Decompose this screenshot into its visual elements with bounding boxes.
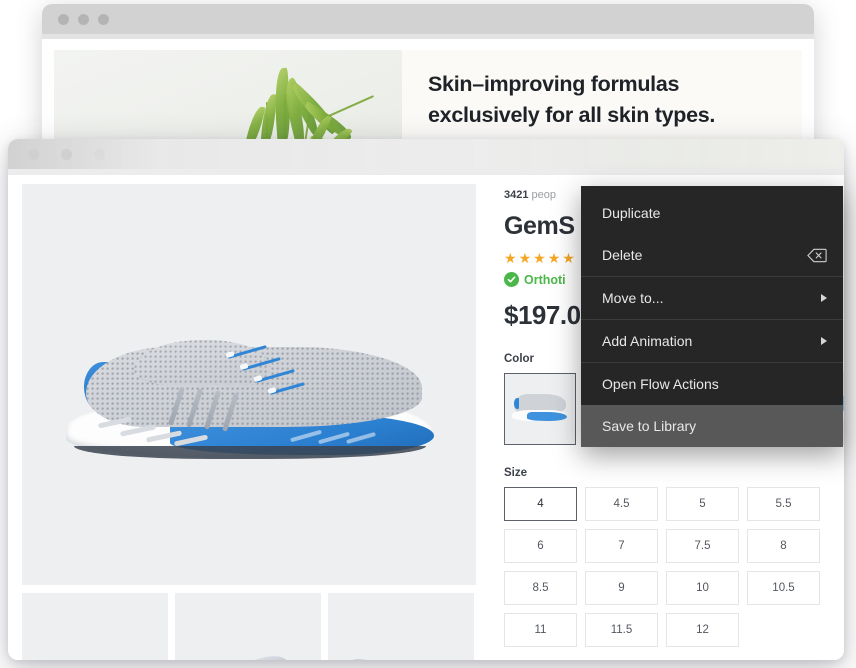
headline-line-2: exclusively for all skin types. [428, 103, 716, 127]
menu-item-save-to-library[interactable]: Save to Library [581, 405, 843, 447]
badge-label: Orthoti [524, 272, 566, 287]
size-button-label: 10.5 [772, 582, 795, 594]
headline-line-1: Skin–improving formulas [428, 72, 680, 97]
menu-item-add-animation[interactable]: Add Animation [581, 320, 843, 362]
hero-headline-block: Skin–improving formulas exclusively for … [402, 50, 802, 150]
size-button-label: 5 [699, 498, 706, 510]
size-button-label: 11.5 [610, 624, 633, 636]
menu-item-duplicate[interactable]: Duplicate [581, 192, 843, 234]
menu-item-label: Save to Library [602, 418, 697, 434]
menu-item-label: Add Animation [602, 333, 693, 349]
size-button-4[interactable]: 4 [504, 487, 577, 521]
shoe-illustration [50, 294, 450, 484]
product-main-image[interactable] [22, 184, 476, 585]
titlebar-glass-overlay [8, 139, 844, 169]
size-option-label: Size [504, 467, 528, 479]
color-swatch-grey-blue[interactable] [504, 373, 576, 445]
size-button-11.5[interactable]: 11.5 [585, 613, 658, 647]
minimize-icon[interactable] [78, 13, 89, 25]
menu-item-label: Move to... [602, 290, 664, 306]
size-button-label: 9 [618, 582, 625, 594]
size-button-label: 7 [618, 540, 625, 552]
bamboo-leaves-image [54, 50, 402, 150]
size-button-label: 10 [696, 582, 709, 594]
thumbnail-1[interactable] [22, 593, 168, 660]
menu-item-open-flow-actions[interactable]: Open Flow Actions [581, 363, 843, 405]
size-button-4.5[interactable]: 4.5 [585, 487, 658, 521]
close-icon[interactable] [58, 13, 69, 25]
menu-item-label: Delete [602, 247, 643, 263]
size-button-7[interactable]: 7 [585, 529, 658, 563]
context-menu[interactable]: Duplicate Delete Move to... Add Animation Op… [581, 186, 843, 447]
chevron-right-icon [821, 294, 827, 302]
star-icon[interactable]: ★ [548, 251, 561, 265]
size-button-label: 4.5 [613, 498, 630, 510]
size-button-5[interactable]: 5 [666, 487, 739, 521]
star-icon[interactable]: ★ [504, 251, 517, 265]
size-button-12[interactable]: 12 [666, 613, 739, 647]
thumbnail-strip [22, 593, 490, 660]
star-icon[interactable]: ★ [533, 251, 546, 265]
front-window-titlebar[interactable] [8, 139, 844, 169]
size-button-8[interactable]: 8 [747, 529, 820, 563]
back-window-titlebar[interactable] [42, 4, 814, 34]
people-suffix: peop [531, 189, 557, 201]
size-button-10.5[interactable]: 10.5 [747, 571, 820, 605]
size-button-10[interactable]: 10 [666, 571, 739, 605]
size-button-label: 6 [537, 540, 544, 552]
size-button-9[interactable]: 9 [585, 571, 658, 605]
size-button-5.5[interactable]: 5.5 [747, 487, 820, 521]
size-button-label: 11 [534, 624, 547, 636]
backspace-icon [807, 248, 827, 263]
check-circle-icon [504, 272, 519, 287]
size-button-label: 5.5 [775, 498, 792, 510]
maximize-icon[interactable] [94, 148, 105, 160]
size-button-grid: 4 4.5 5 5.5 6 7 7.5 8 8.5 9 10 10.5 11 11.5 12 [504, 487, 844, 647]
close-icon[interactable] [28, 148, 39, 160]
menu-item-label: Open Flow Actions [602, 376, 719, 392]
menu-item-move-to[interactable]: Move to... [581, 277, 843, 319]
star-icon[interactable]: ★ [562, 251, 575, 265]
menu-item-label: Duplicate [602, 205, 661, 221]
size-button-7.5[interactable]: 7.5 [666, 529, 739, 563]
people-count: 3421 [504, 189, 529, 201]
size-button-label: 12 [696, 624, 709, 636]
chevron-right-icon [821, 337, 827, 345]
product-gallery [8, 175, 490, 660]
size-button-8.5[interactable]: 8.5 [504, 571, 577, 605]
size-button-6[interactable]: 6 [504, 529, 577, 563]
star-icon[interactable]: ★ [519, 251, 532, 265]
size-button-label: 8 [780, 540, 787, 552]
maximize-icon[interactable] [98, 13, 109, 25]
size-button-label: 7.5 [694, 540, 711, 552]
screenshot-stage: Skin–improving formulas exclusively for … [0, 0, 856, 668]
size-button-11[interactable]: 11 [504, 613, 577, 647]
size-button-label: 8.5 [532, 582, 549, 594]
menu-item-delete[interactable]: Delete [581, 234, 843, 276]
thumbnail-2[interactable] [175, 593, 321, 660]
size-button-label: 4 [537, 498, 544, 510]
minimize-icon[interactable] [61, 148, 72, 160]
thumbnail-3[interactable] [328, 593, 474, 660]
